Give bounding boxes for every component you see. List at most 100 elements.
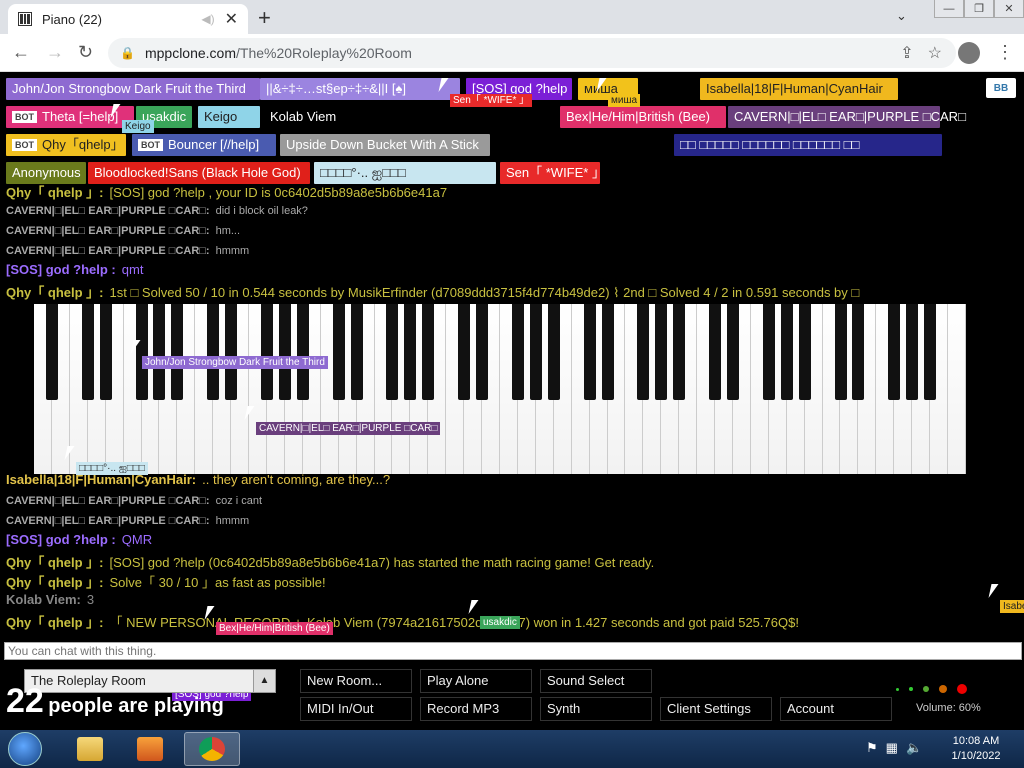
chat-author[interactable]: CAVERN|□|EL□ EAR□|PURPLE □CAR□:: [6, 245, 210, 257]
synth-button[interactable]: Synth: [540, 697, 652, 721]
chat-author[interactable]: Qhy「 qhelp 」:: [6, 615, 104, 630]
chat-author[interactable]: Qhy「 qhelp 」:: [6, 575, 104, 590]
black-key[interactable]: [278, 304, 291, 400]
chat-author[interactable]: CAVERN|□|EL□ EAR□|PURPLE □CAR□:: [6, 225, 210, 237]
reload-icon[interactable]: ↻: [78, 42, 93, 63]
black-key[interactable]: [261, 304, 273, 400]
black-key[interactable]: [511, 304, 524, 400]
midi-button[interactable]: MIDI In/Out: [300, 697, 412, 721]
start-button[interactable]: [8, 732, 42, 766]
profile-avatar-icon[interactable]: [958, 42, 980, 64]
black-key[interactable]: [834, 304, 847, 400]
black-key[interactable]: [422, 304, 435, 400]
black-key[interactable]: [350, 304, 363, 400]
share-icon[interactable]: ⇪: [900, 43, 913, 63]
flag-icon[interactable]: ⚑: [866, 740, 878, 756]
black-key[interactable]: [547, 304, 560, 400]
chat-author[interactable]: CAVERN|□|EL□ EAR□|PURPLE □CAR□:: [6, 515, 210, 527]
black-key[interactable]: [225, 304, 238, 400]
chat-author[interactable]: Qhy「 qhelp 」:: [6, 185, 104, 200]
black-key[interactable]: [709, 304, 722, 400]
black-key[interactable]: [332, 304, 345, 400]
black-key[interactable]: [780, 304, 793, 400]
tab-close-icon[interactable]: ✕: [225, 9, 238, 29]
chat-author[interactable]: [SOS] god ?help :: [6, 262, 116, 277]
black-key[interactable]: [906, 304, 919, 400]
minimize-button[interactable]: —: [934, 0, 964, 18]
black-key[interactable]: [673, 304, 686, 400]
user-tag[interactable]: Isabella|18|F|Human|CyanHair: [700, 78, 898, 100]
account-button[interactable]: Account: [780, 697, 892, 721]
back-arrow-icon[interactable]: ←: [12, 42, 30, 63]
black-key[interactable]: [458, 304, 471, 400]
piano-keyboard[interactable]: [34, 304, 966, 474]
chat-author[interactable]: Qhy「 qhelp 」:: [6, 285, 104, 300]
user-tag[interactable]: Anonymous: [6, 162, 86, 184]
black-key[interactable]: [386, 304, 399, 400]
user-tag[interactable]: Bloodlocked!Sans (Black Hole God): [88, 162, 310, 184]
user-tag[interactable]: Kolab Viem: [264, 106, 340, 128]
browser-tab[interactable]: Piano (22) ◀) ✕: [8, 4, 248, 34]
bb-button[interactable]: BB: [986, 78, 1016, 98]
black-key[interactable]: [637, 304, 650, 400]
bookmark-star-icon[interactable]: ☆: [928, 43, 942, 63]
new-room-button[interactable]: New Room...: [300, 669, 412, 693]
record-mp3-button[interactable]: Record MP3: [420, 697, 532, 721]
black-key[interactable]: [655, 304, 668, 400]
black-key[interactable]: [45, 304, 58, 400]
volume-label[interactable]: Volume: 60%: [916, 702, 981, 714]
black-key[interactable]: [924, 304, 937, 400]
user-tag[interactable]: CAVERN|□|EL□ EAR□|PURPLE □CAR□: [728, 106, 966, 128]
speaker-icon[interactable]: 🔈: [906, 740, 922, 756]
black-key[interactable]: [404, 304, 417, 400]
user-tag[interactable]: □□ □□□□□ □□□□□□ □□□□□□ □□: [674, 134, 942, 156]
user-tag[interactable]: BOT Qhy「qhelp」: [6, 134, 126, 156]
user-tag[interactable]: Sen「 *WIFE* 」: [500, 162, 605, 184]
taskbar-clock[interactable]: 10:08 AM 1/10/2022: [936, 734, 1016, 764]
restore-button[interactable]: ❐: [964, 0, 994, 18]
close-window-button[interactable]: ✕: [994, 0, 1024, 18]
black-key[interactable]: [888, 304, 901, 400]
sound-select-button[interactable]: Sound Select: [540, 669, 652, 693]
chevron-up-icon[interactable]: ▲: [253, 670, 275, 692]
media-player-button[interactable]: [122, 732, 178, 766]
black-key[interactable]: [153, 304, 166, 400]
chat-author[interactable]: Qhy「 qhelp 」:: [6, 555, 104, 570]
black-key[interactable]: [798, 304, 811, 400]
user-tag[interactable]: Upside Down Bucket With A Stick: [280, 134, 490, 156]
black-key[interactable]: [727, 304, 739, 400]
user-tag[interactable]: ||&÷‡÷…st§ep÷‡÷&||I [♠]: [260, 78, 460, 100]
black-key[interactable]: [99, 304, 112, 400]
black-key[interactable]: [81, 304, 94, 400]
white-key[interactable]: [948, 304, 966, 474]
chat-author[interactable]: CAVERN|□|EL□ EAR□|PURPLE □CAR□:: [6, 205, 210, 217]
user-tag[interactable]: Bex|He/Him|British (Bee): [560, 106, 726, 128]
chat-author[interactable]: Kolab Viem:: [6, 592, 81, 607]
chat-author[interactable]: [SOS] god ?help :: [6, 532, 116, 547]
chat-input[interactable]: [4, 642, 1022, 660]
chrome-taskbar-button[interactable]: [184, 732, 240, 766]
black-key[interactable]: [476, 304, 489, 400]
address-bar[interactable]: 🔒 mppclone.com/The%20Roleplay%20Room ⇪ ☆: [108, 38, 956, 68]
chat-author[interactable]: CAVERN|□|EL□ EAR□|PURPLE □CAR□:: [6, 495, 210, 507]
black-key[interactable]: [296, 304, 309, 400]
client-settings-button[interactable]: Client Settings: [660, 697, 772, 721]
black-key[interactable]: [601, 304, 614, 400]
black-key[interactable]: [529, 304, 542, 400]
chevron-down-icon[interactable]: ⌄: [896, 8, 907, 24]
black-key[interactable]: [171, 304, 184, 400]
black-key[interactable]: [762, 304, 775, 400]
user-tag[interactable]: BOT Bouncer [//help]: [132, 134, 276, 156]
forward-arrow-icon[interactable]: →: [46, 42, 64, 63]
black-key[interactable]: [207, 304, 220, 400]
black-key[interactable]: [583, 304, 596, 400]
new-tab-button[interactable]: +: [258, 5, 271, 31]
user-tag[interactable]: John/Jon Strongbow Dark Fruit the Third: [6, 78, 260, 100]
kebab-menu-icon[interactable]: ⋮: [996, 42, 1014, 63]
black-key[interactable]: [852, 304, 865, 400]
user-tag[interactable]: □□□□°·.. ஐ□□□: [314, 162, 496, 184]
network-icon[interactable]: ▦: [886, 740, 898, 756]
play-alone-button[interactable]: Play Alone: [420, 669, 532, 693]
file-explorer-button[interactable]: [62, 732, 118, 766]
user-tag[interactable]: Keigo: [198, 106, 260, 128]
